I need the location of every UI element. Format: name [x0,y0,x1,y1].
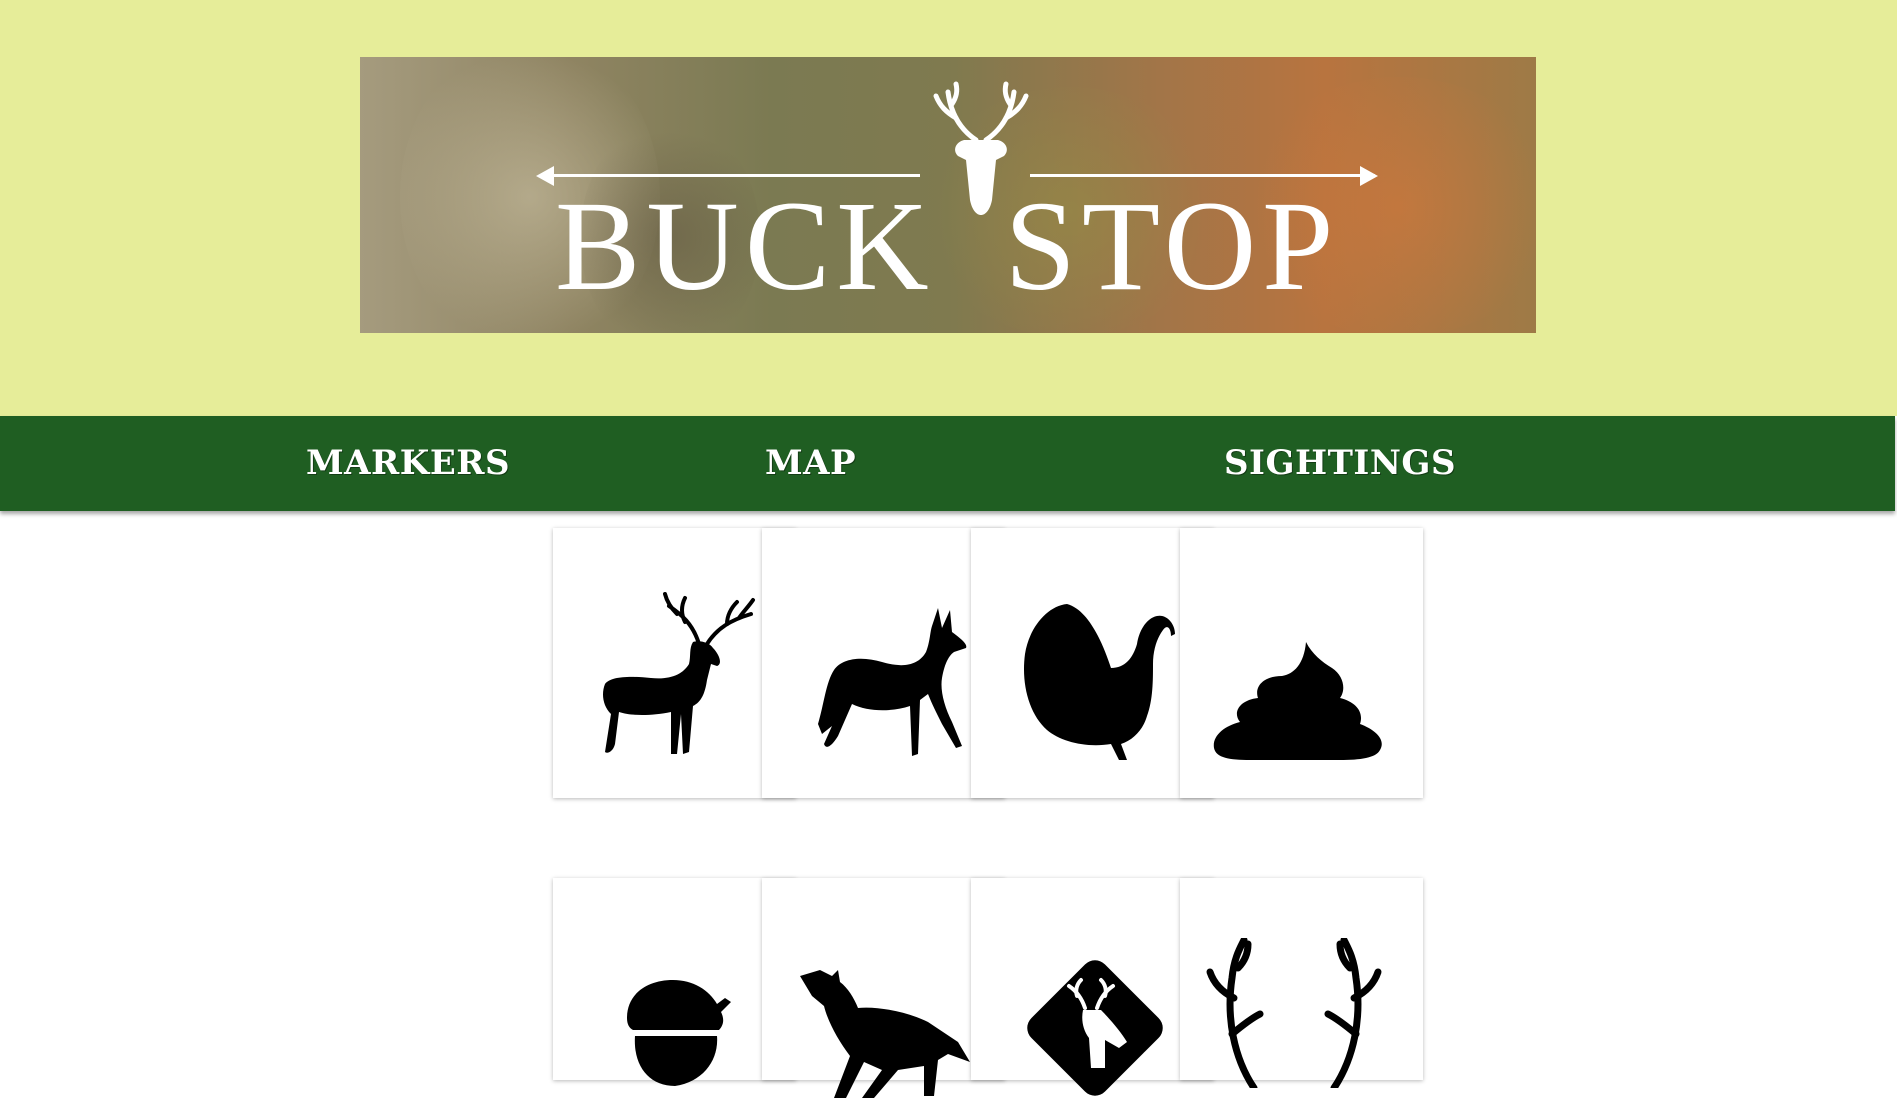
nav-sightings[interactable]: SIGHTINGS [1224,441,1456,485]
marker-card-scat[interactable] [1180,528,1423,798]
doe-icon [818,608,967,756]
marker-card-buck[interactable] [553,528,796,798]
main-nav: MARKERS MAP SIGHTINGS [0,416,1895,511]
marker-card-doe[interactable] [762,528,1005,798]
acorn-icon [627,980,731,1086]
marker-card-turkey[interactable] [971,528,1214,798]
logo-word-buck: BUCK [555,175,935,317]
antler-shed-icon [1206,938,1382,1088]
scat-icon [1213,642,1382,760]
marker-card-antler-shed[interactable] [1180,878,1423,1088]
logo-word-stop: STOP [1004,175,1340,317]
logo-arrow-head-left [536,166,554,186]
logo-wordmark: BUCK STOP [555,176,1395,316]
turkey-icon [1023,604,1175,760]
marker-card-deer-crossing[interactable] [971,878,1214,1096]
marker-card-coyote[interactable] [762,878,1005,1098]
nav-markers[interactable]: MARKERS [306,441,510,485]
marker-card-acorn[interactable] [553,878,796,1086]
buck-icon [603,592,755,754]
coyote-icon [800,970,970,1098]
deer-crossing-icon [1027,960,1163,1096]
nav-map[interactable]: MAP [765,441,856,485]
